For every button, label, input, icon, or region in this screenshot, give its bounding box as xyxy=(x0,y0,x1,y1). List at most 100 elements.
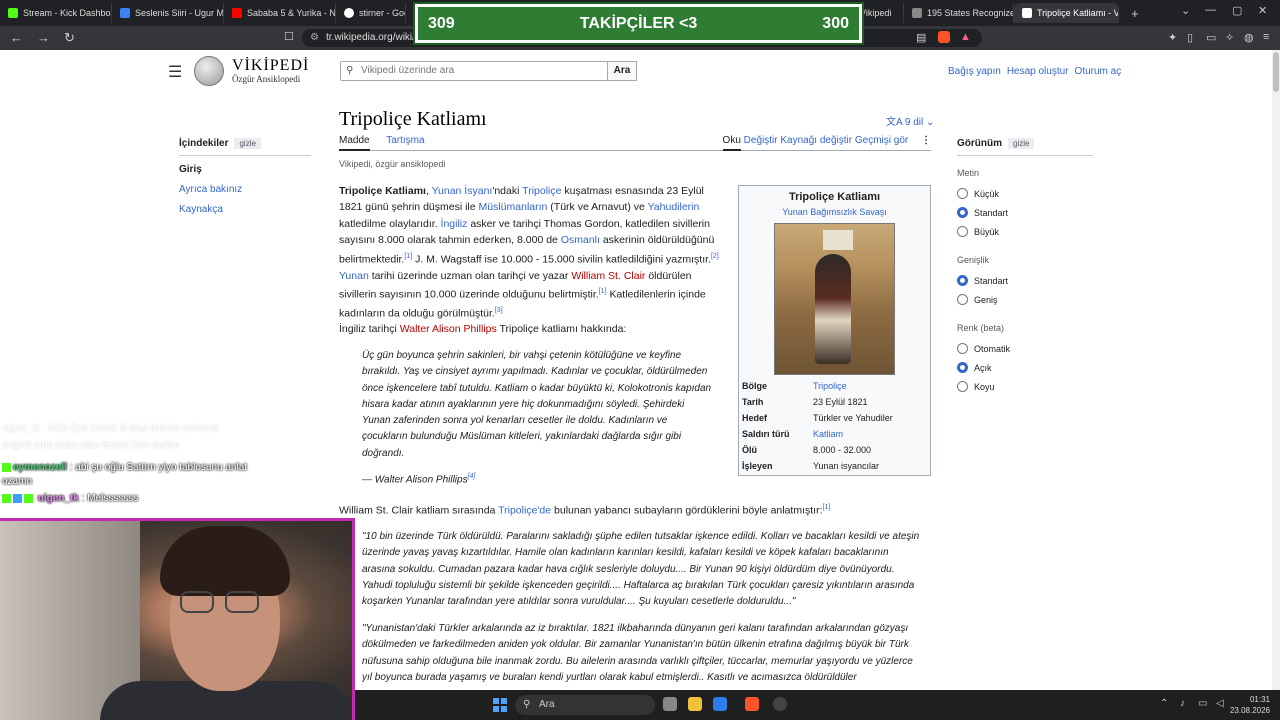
link[interactable]: Tripoliçe xyxy=(522,185,561,197)
tab-list-icon[interactable]: ⌄ xyxy=(1181,4,1190,17)
reference[interactable]: [1] xyxy=(823,504,831,511)
toc-item-see-also[interactable]: Ayrıca bakınız xyxy=(179,184,242,195)
radio-standard-text[interactable]: Standart xyxy=(957,207,1093,218)
reference[interactable]: [1] xyxy=(599,288,607,295)
toc-header: İçindekiler xyxy=(179,138,229,149)
sidebar-icon[interactable]: ▯ xyxy=(1187,31,1193,44)
vpn-icon[interactable]: ◍ xyxy=(1244,31,1254,44)
tab-edit-source[interactable]: Kaynağı değiştir xyxy=(780,135,852,146)
radio-dark[interactable]: Koyu xyxy=(957,381,1093,392)
minimize-icon[interactable]: — xyxy=(1205,4,1216,16)
browser-tab[interactable]: stirner - Google xyxy=(336,3,406,23)
browser-tab[interactable]: Vikipedi xyxy=(856,3,904,23)
radio-large[interactable]: Büyük xyxy=(957,226,1093,237)
main-menu-icon[interactable]: ☰ xyxy=(168,62,182,82)
browser-tab-active[interactable]: Tripoliçe Katliamı - V✕ xyxy=(1014,3,1119,23)
quote: "10 bin üzerinde Türk öldürüldü. Paralar… xyxy=(362,531,920,608)
table-row: Tarih 23 Eylül 1821 xyxy=(742,397,868,407)
link[interactable]: Müslümanların xyxy=(479,201,548,213)
radio-light[interactable]: Açık xyxy=(957,362,1093,373)
link[interactable]: Yahudilerin xyxy=(648,201,700,213)
radio-automatic[interactable]: Otomatik xyxy=(957,343,1093,354)
windows-start-icon[interactable] xyxy=(493,698,507,712)
create-account-link[interactable]: Hesap oluştur xyxy=(1007,66,1069,77)
reference[interactable]: [3] xyxy=(495,307,503,314)
reference[interactable]: [2] xyxy=(711,253,719,260)
logo-title[interactable]: VİKİPEDİ xyxy=(232,57,309,75)
donate-link[interactable]: Bağış yapın xyxy=(948,66,1001,77)
network-icon[interactable]: ▭ xyxy=(1198,698,1207,709)
toc-item-intro[interactable]: Giriş xyxy=(179,164,311,175)
speaker-icon[interactable]: ◁ xyxy=(1216,698,1224,709)
radio-wide[interactable]: Geniş xyxy=(957,294,1093,305)
toc-hide-button[interactable]: gizle xyxy=(234,138,261,149)
reference[interactable]: [4] xyxy=(468,473,476,480)
taskbar-search[interactable]: ⚲ Ara xyxy=(515,695,655,715)
forward-icon[interactable]: → xyxy=(37,30,50,46)
infobox-painting[interactable] xyxy=(774,223,895,375)
language-button[interactable]: 文A 9 dil ⌄ xyxy=(886,113,934,128)
stream-chat: uigen_tk : öldü Çok büyük iii olay kılın… xyxy=(2,422,312,509)
task-view-icon[interactable] xyxy=(663,697,677,711)
link[interactable]: Katliam xyxy=(813,429,843,439)
brave-rewards-icon[interactable]: ▲ xyxy=(960,31,971,43)
link[interactable]: Osmanlı xyxy=(561,234,600,246)
wikipedia-globe-icon[interactable] xyxy=(194,56,224,86)
toc-item-references[interactable]: Kaynakça xyxy=(179,204,223,215)
link[interactable]: Yunan İsyanı xyxy=(432,185,493,197)
leo-icon[interactable]: ✧ xyxy=(1225,31,1234,44)
reader-icon[interactable]: ▤ xyxy=(916,31,926,44)
redlink[interactable]: Walter Alison Phillips xyxy=(400,323,497,335)
reload-icon[interactable]: ↻ xyxy=(64,30,75,46)
reference[interactable]: [1] xyxy=(404,253,412,260)
site-info-icon[interactable]: ⚙ xyxy=(310,29,319,47)
scrollbar[interactable] xyxy=(1272,50,1280,690)
page-icon xyxy=(912,8,922,18)
clock[interactable]: 01:31 23.08.2026 xyxy=(1230,694,1270,716)
brave-shield-icon[interactable] xyxy=(938,31,950,43)
store-icon[interactable] xyxy=(713,697,727,711)
browser-tab[interactable]: 195 States Recognized b xyxy=(904,3,1014,23)
wallet-icon[interactable]: ▭ xyxy=(1206,31,1216,44)
obs-icon[interactable] xyxy=(773,697,787,711)
menu-icon[interactable]: ≡ xyxy=(1263,31,1269,43)
youtube-icon xyxy=(232,8,242,18)
back-icon[interactable]: ← xyxy=(10,30,23,46)
mic-icon[interactable]: ♪ xyxy=(1180,698,1185,709)
browser-tab[interactable]: Seslenis Siiri - Ugur Mun xyxy=(112,3,224,23)
webcam-feed xyxy=(0,518,355,720)
user-links: Bağış yapın Hesap oluştur Oturum aç xyxy=(948,66,1121,77)
tab-read[interactable]: Oku xyxy=(722,135,741,151)
extensions-icon[interactable]: ✦ xyxy=(1168,31,1177,44)
taskbar: ⚲ Ara ⌃ ♪ ▭ ◁ 01:31 23.08.2026 xyxy=(355,690,1280,720)
infobox-subtitle[interactable]: Yunan Bağımsızlık Savaşı xyxy=(782,207,887,217)
quote-attribution: — Walter Alison Phillips[4] xyxy=(362,473,476,486)
tab-talk[interactable]: Tartışma xyxy=(386,135,424,146)
brave-icon[interactable] xyxy=(745,697,759,711)
radio-small[interactable]: Küçük xyxy=(957,188,1093,199)
browser-tab[interactable]: Stream - Kick Dashboard xyxy=(0,3,112,23)
search-button[interactable]: Ara xyxy=(607,61,637,81)
maximize-icon[interactable]: ▢ xyxy=(1232,4,1242,17)
link[interactable]: Yunan xyxy=(339,270,369,282)
quote: Üç gün boyunca şehrin sakinleri, bir vah… xyxy=(362,350,712,459)
link[interactable]: Tripoliçe'de xyxy=(498,505,551,517)
tab-edit[interactable]: Değiştir xyxy=(744,135,778,146)
link[interactable]: İngiliz xyxy=(441,218,468,230)
new-tab-button[interactable]: + xyxy=(1131,6,1139,21)
appearance-hide-button[interactable]: gizle xyxy=(1008,138,1035,149)
browser-tab[interactable]: Sababa 5 & Yurika - Nas xyxy=(224,3,336,23)
search-input[interactable]: ⚲ Vikipedi üzerinde ara xyxy=(340,61,608,81)
radio-standard-width[interactable]: Standart xyxy=(957,275,1093,286)
bookmark-icon[interactable]: ☐ xyxy=(284,30,294,43)
tab-history[interactable]: Geçmişi gör xyxy=(855,135,908,146)
login-link[interactable]: Oturum aç xyxy=(1075,66,1122,77)
link[interactable]: Tripoliçe xyxy=(813,381,847,391)
kick-badge-icon xyxy=(2,462,11,472)
redlink[interactable]: William St. Clair xyxy=(571,270,645,282)
more-actions-icon[interactable]: ⋮ xyxy=(921,135,931,146)
tab-article[interactable]: Madde xyxy=(339,135,370,151)
tray-chevron-icon[interactable]: ⌃ xyxy=(1160,698,1168,709)
close-window-icon[interactable]: ✕ xyxy=(1258,4,1267,17)
file-explorer-icon[interactable] xyxy=(688,697,702,711)
